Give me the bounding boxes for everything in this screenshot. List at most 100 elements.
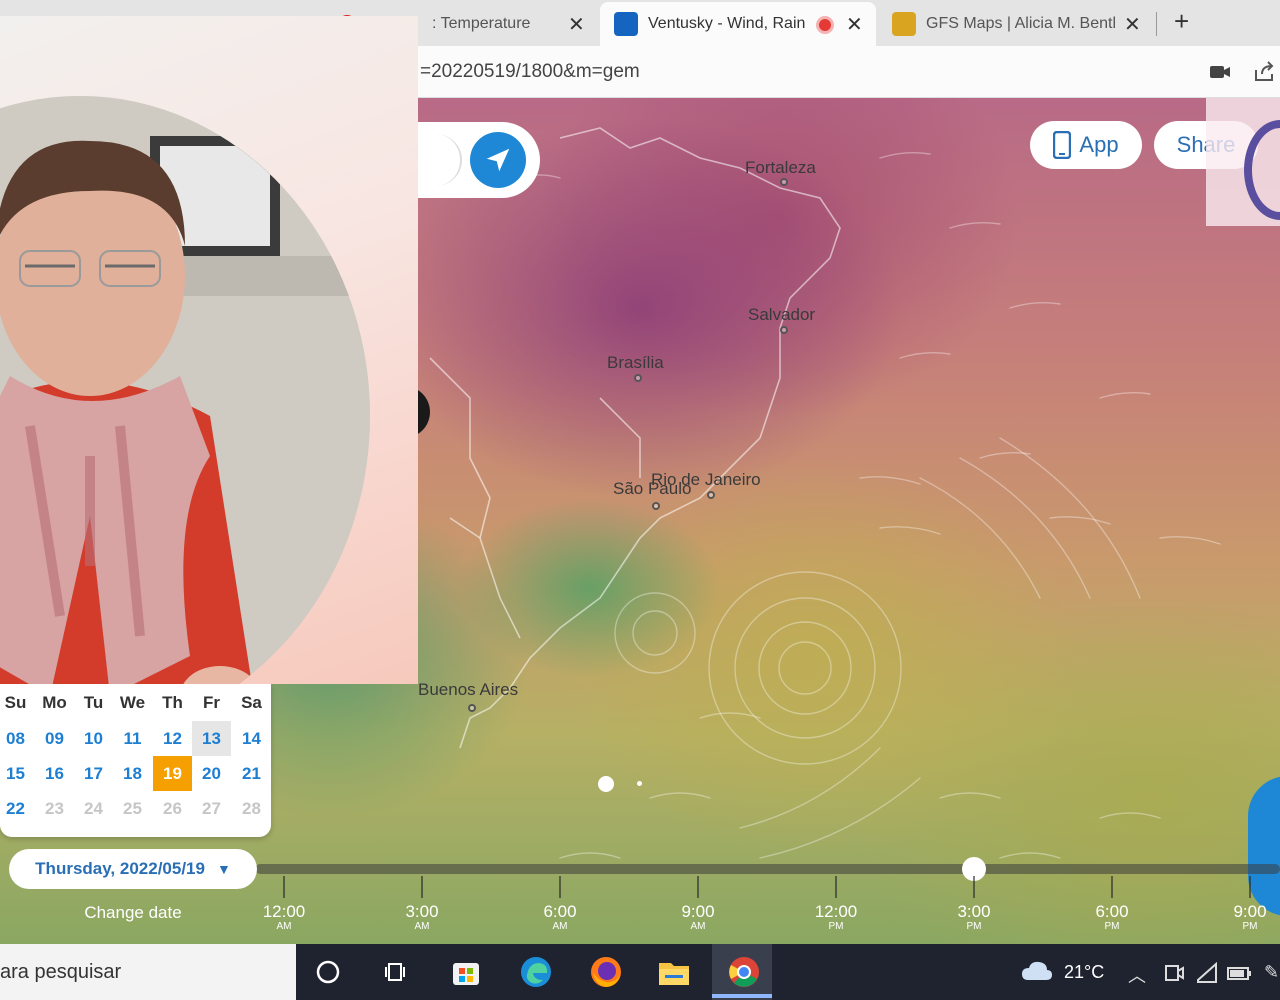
camera-icon[interactable] [1208, 60, 1232, 84]
city-label: Salvador [748, 305, 816, 324]
chrome-icon[interactable] [726, 954, 762, 990]
timeline-tick [559, 876, 561, 898]
map-marker[interactable] [598, 776, 614, 792]
city-marker[interactable] [780, 326, 788, 334]
city-marker[interactable] [652, 502, 660, 510]
url-field[interactable]: =20220519/1800&m=gem [420, 61, 640, 83]
city-marker[interactable] [634, 374, 642, 382]
taskbar-search-box[interactable]: ara pesquisar [0, 944, 296, 1000]
calendar-day[interactable]: 08 [0, 721, 35, 756]
pen-icon[interactable]: ✎ [1264, 962, 1279, 983]
city-label: Brasília [607, 353, 664, 372]
timeline-time-label[interactable]: 9:00 PM [1210, 902, 1280, 933]
calendar-weekday-header: We [119, 692, 146, 712]
timeline-time: 9:00 [681, 902, 715, 921]
battery-icon[interactable] [1226, 962, 1252, 984]
calendar-day[interactable]: 21 [232, 756, 271, 791]
calendar-weekday-header: Fr [203, 692, 220, 712]
timeline-time: 12:00 [262, 902, 306, 921]
weather-temperature: 21°C [1064, 962, 1105, 982]
tab-close-icon[interactable]: ✕ [846, 12, 863, 37]
timeline-tick [973, 876, 975, 898]
store-icon[interactable] [448, 954, 484, 990]
timeline-period: PM [966, 921, 982, 932]
firefox-icon[interactable] [588, 954, 624, 990]
calendar-weekday-header: Th [162, 692, 183, 712]
tab-title: Ventusky - Wind, Rain [648, 15, 806, 32]
tab-ventusky[interactable]: Ventusky - Wind, Rain ✕ [600, 2, 876, 46]
calendar-day[interactable]: 17 [74, 756, 113, 791]
calendar-day[interactable]: 20 [192, 756, 231, 791]
city-label: Fortaleza [745, 158, 816, 177]
calendar-day[interactable]: 12 [153, 721, 192, 756]
taskbar-search-placeholder: ara pesquisar [0, 961, 122, 983]
presenter-image [0, 96, 370, 684]
timeline-time: 6:00 [1095, 902, 1129, 921]
timeline-time: 6:00 [543, 902, 577, 921]
calendar-day[interactable]: 22 [0, 791, 35, 826]
date-picker-calendar: Su Mo Tu We Th Fr Sa 08 09 10 11 12 13 14 15 16 17 18 19 20… [0, 683, 271, 837]
calendar-day: 28 [242, 798, 261, 818]
timeline-track[interactable] [255, 864, 1280, 874]
city-label: Buenos Aires [418, 680, 519, 699]
ventusky-favicon-icon [614, 12, 638, 36]
locate-button[interactable] [470, 132, 526, 188]
calendar-day[interactable]: 14 [232, 721, 271, 756]
calendar-day-selected[interactable]: 19 [153, 756, 192, 791]
timeline-time: 12:00 [814, 902, 858, 921]
calendar-day[interactable]: 15 [0, 756, 35, 791]
new-tab-button[interactable]: + [1174, 6, 1189, 37]
timeline-time-label[interactable]: 9:00 AM [658, 902, 738, 933]
app-button[interactable]: App [1030, 121, 1142, 169]
tab-close-icon[interactable]: ✕ [568, 12, 585, 37]
timeline-period: AM [552, 921, 568, 932]
webcam-video [0, 96, 370, 684]
timeline-time-label[interactable]: 3:00 PM [934, 902, 1014, 933]
task-view-icon[interactable] [378, 954, 414, 990]
timeline-period: PM [1242, 921, 1258, 932]
city-marker[interactable] [707, 491, 715, 499]
map-marker [637, 781, 642, 786]
tab-close-icon[interactable]: ✕ [1124, 12, 1141, 37]
calendar-day: 27 [202, 798, 221, 818]
wifi-icon[interactable] [1196, 962, 1218, 984]
floating-action-button[interactable] [1248, 776, 1280, 916]
timeline-period: PM [828, 921, 844, 932]
cloud-weather-icon[interactable] [1020, 958, 1054, 984]
timeline-time-label[interactable]: 6:00 AM [520, 902, 600, 933]
change-date-label: Change date [84, 903, 182, 922]
city-marker[interactable] [780, 178, 788, 186]
timeline-tick [283, 876, 285, 898]
tab-title: GFS Maps | Alicia M. Bentl [926, 15, 1116, 32]
calendar-day[interactable]: 09 [35, 721, 74, 756]
calendar-day[interactable]: 10 [74, 721, 113, 756]
timeline-tick [421, 876, 423, 898]
cortana-icon[interactable] [310, 954, 346, 990]
gfs-favicon-icon [892, 12, 916, 36]
file-explorer-icon[interactable] [656, 954, 692, 990]
webcam-overlay [0, 16, 418, 684]
tab-gfs-maps[interactable]: GFS Maps | Alicia M. Bentl ✕ [878, 2, 1154, 46]
timeline-tick [1249, 876, 1251, 898]
share-page-icon[interactable] [1252, 60, 1276, 84]
calendar-day[interactable]: 18 [113, 756, 152, 791]
calendar-day[interactable]: 16 [35, 756, 74, 791]
timeline-time: 3:00 [957, 902, 991, 921]
date-selector-button[interactable]: Thursday, 2022/05/19 ▼ [9, 849, 257, 889]
calendar-weekday-header: Sa [241, 692, 262, 712]
timeline-time: 3:00 [405, 902, 439, 921]
timeline-period: AM [690, 921, 706, 932]
timeline-tick [1111, 876, 1113, 898]
timeline-period: PM [1104, 921, 1120, 932]
selected-date-label: Thursday, 2022/05/19 [35, 859, 205, 878]
chevron-up-icon[interactable]: ︿ [1128, 962, 1146, 988]
timeline-time-label[interactable]: 12:00 PM [796, 902, 876, 933]
city-marker[interactable] [468, 704, 476, 712]
calendar-day[interactable]: 13 [192, 721, 231, 756]
timeline-time-label[interactable]: 3:00 AM [382, 902, 462, 933]
edge-icon[interactable] [518, 954, 554, 990]
timeline-time-label[interactable]: 6:00 PM [1072, 902, 1152, 933]
meet-now-icon[interactable] [1164, 962, 1184, 984]
calendar-day[interactable]: 11 [113, 721, 152, 756]
timeline-time-label[interactable]: 12:00 AM [244, 902, 324, 933]
